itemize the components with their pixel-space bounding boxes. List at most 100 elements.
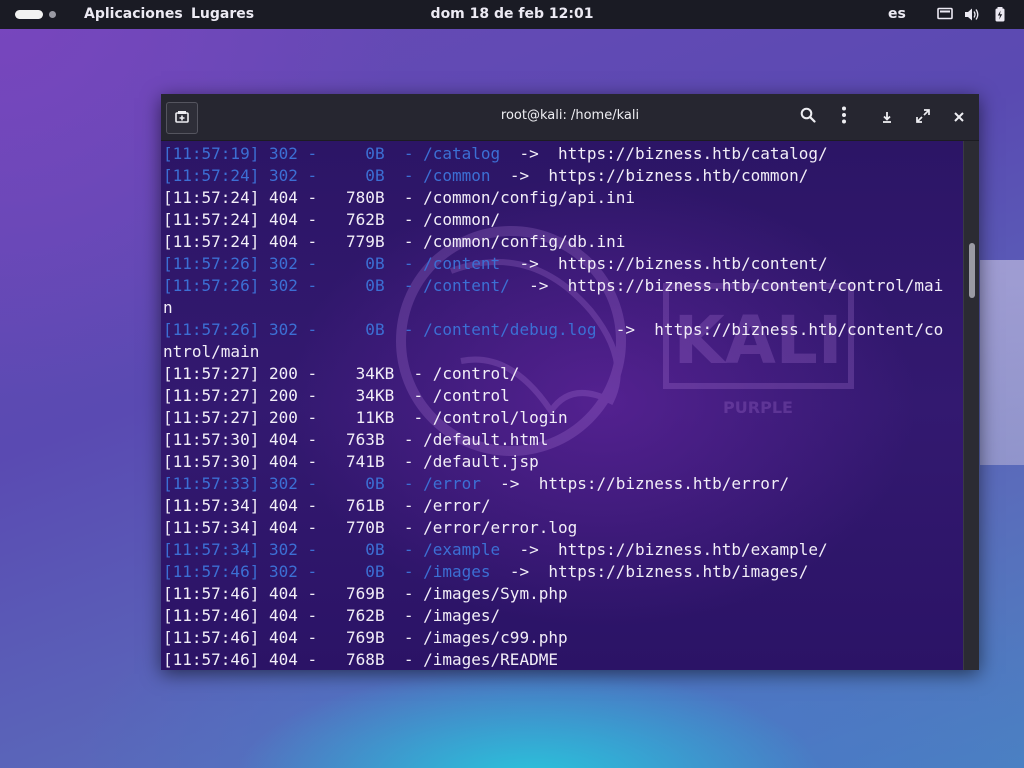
line-code: 404 — [268, 606, 298, 625]
output-line: [11:57:34] 404 - 770B - /error/error.log — [163, 518, 578, 537]
line-path: /common/config/db.ini — [423, 232, 626, 251]
line-path: /common/ — [423, 210, 501, 229]
keyboard-layout-indicator[interactable]: es — [888, 6, 906, 22]
clock[interactable]: dom 18 de feb 12:01 — [0, 6, 1024, 22]
output-line: [11:57:26] 302 - 0B - /content/debug.log… — [163, 320, 944, 339]
output-line: [11:57:30] 404 - 763B - /default.html — [163, 430, 549, 449]
line-path: /images/README — [423, 650, 558, 669]
line-path: /error/error.log — [423, 518, 578, 537]
line-path: /images/ — [423, 606, 501, 625]
line-t: [11:57:30] — [163, 452, 260, 471]
line-t: [11:57:46] — [163, 650, 260, 669]
output-line: [11:57:24] 404 - 779B - /common/config/d… — [163, 232, 626, 251]
line-t: [11:57:24] — [163, 188, 260, 207]
battery-icon[interactable] — [992, 7, 1008, 22]
output-line: [11:57:26] 302 - 0B - /content -> https:… — [163, 254, 828, 273]
output-line: [11:57:46] 404 - 762B - /images/ — [163, 606, 501, 625]
line-size: 761B — [336, 496, 385, 515]
line-size: 0B — [336, 474, 385, 493]
minimize-button[interactable] — [877, 107, 897, 127]
wallpaper-strip — [980, 260, 1024, 465]
output-line: [11:57:46] 404 - 769B - /images/c99.php — [163, 628, 568, 647]
line-wrap: n — [163, 298, 173, 317]
line-size: 762B — [336, 606, 385, 625]
line-arrow: -> — [519, 144, 539, 163]
line-code: 302 — [268, 276, 298, 295]
fullscreen-icon — [916, 108, 930, 127]
line-arrow: -> — [519, 254, 539, 273]
terminal-titlebar[interactable]: root@kali: /home/kali — [161, 94, 979, 141]
output-line: [11:57:34] 302 - 0B - /example -> https:… — [163, 540, 828, 559]
line-url: https://bizness.htb/content/control/mai — [567, 276, 944, 295]
line-code: 302 — [268, 540, 298, 559]
line-t: [11:57:46] — [163, 606, 260, 625]
scrollbar[interactable] — [963, 141, 979, 670]
output-line: n — [163, 297, 943, 319]
line-size: 769B — [336, 628, 385, 647]
line-code: 200 — [268, 364, 298, 383]
line-path: /error/ — [423, 496, 491, 515]
line-code: 302 — [268, 474, 298, 493]
terminal-output[interactable]: KALI PURPLE [11:57:19] 302 - 0B - /catal… — [161, 141, 963, 670]
line-arrow: -> — [509, 166, 530, 185]
line-size: 770B — [336, 518, 385, 537]
line-size: 0B — [336, 320, 385, 339]
line-size: 0B — [336, 144, 385, 163]
search-button[interactable] — [798, 107, 818, 127]
line-code: 404 — [268, 232, 298, 251]
line-code: 302 — [268, 254, 298, 273]
output-line: [11:57:19] 302 - 0B - /catalog -> https:… — [163, 144, 828, 163]
line-path: /catalog — [423, 144, 520, 163]
output-line: [11:57:24] 404 - 762B - /common/ — [163, 210, 501, 229]
download-icon — [881, 108, 893, 127]
line-t: [11:57:30] — [163, 430, 260, 449]
line-arrow: -> — [509, 562, 530, 581]
line-size: 780B — [336, 188, 385, 207]
line-t: [11:57:34] — [163, 518, 260, 537]
terminal-window[interactable]: root@kali: /home/kali KALI PURPLE [11:57… — [161, 94, 979, 670]
screen-icon[interactable] — [937, 7, 953, 22]
line-size: 769B — [336, 584, 385, 603]
line-size: 11KB — [336, 408, 395, 427]
output-line: [11:57:46] 302 - 0B - /images -> https:/… — [163, 562, 809, 581]
line-size: 0B — [336, 166, 385, 185]
line-wrap: ntrol/main — [163, 342, 260, 361]
line-t: [11:57:34] — [163, 540, 260, 559]
output-lines: [11:57:19] 302 - 0B - /catalog -> https:… — [163, 143, 943, 670]
line-arrow: -> — [519, 540, 539, 559]
line-path: /images — [423, 562, 510, 581]
line-code: 404 — [268, 430, 298, 449]
line-code: 200 — [268, 386, 298, 405]
line-arrow: -> — [529, 276, 549, 295]
line-size: 779B — [336, 232, 385, 251]
line-t: [11:57:46] — [163, 628, 260, 647]
line-t: [11:57:24] — [163, 166, 260, 185]
line-arrow: -> — [500, 474, 520, 493]
volume-icon[interactable] — [964, 7, 980, 22]
line-code: 302 — [268, 166, 298, 185]
line-path: /error — [423, 474, 501, 493]
line-size: 0B — [336, 562, 385, 581]
line-t: [11:57:26] — [163, 276, 260, 295]
line-t: [11:57:26] — [163, 320, 260, 339]
line-path: /control/login — [432, 408, 568, 427]
line-url: https://bizness.htb/content/co — [654, 320, 944, 339]
line-size: 34KB — [336, 364, 395, 383]
line-code: 404 — [268, 496, 298, 515]
menu-button[interactable] — [834, 106, 854, 127]
output-line: [11:57:30] 404 - 741B - /default.jsp — [163, 452, 539, 471]
line-t: [11:57:24] — [163, 210, 260, 229]
close-button[interactable] — [949, 107, 969, 127]
line-size: 34KB — [336, 386, 395, 405]
line-code: 404 — [268, 518, 298, 537]
line-code: 404 — [268, 210, 298, 229]
line-url: https://bizness.htb/common/ — [548, 166, 809, 185]
scrollbar-thumb[interactable] — [969, 243, 975, 298]
line-path: /default.html — [423, 430, 549, 449]
maximize-button[interactable] — [913, 107, 933, 127]
line-code: 302 — [268, 562, 298, 581]
line-size: 741B — [336, 452, 385, 471]
line-t: [11:57:33] — [163, 474, 260, 493]
line-url: https://bizness.htb/catalog/ — [557, 144, 828, 163]
line-code: 404 — [268, 188, 298, 207]
